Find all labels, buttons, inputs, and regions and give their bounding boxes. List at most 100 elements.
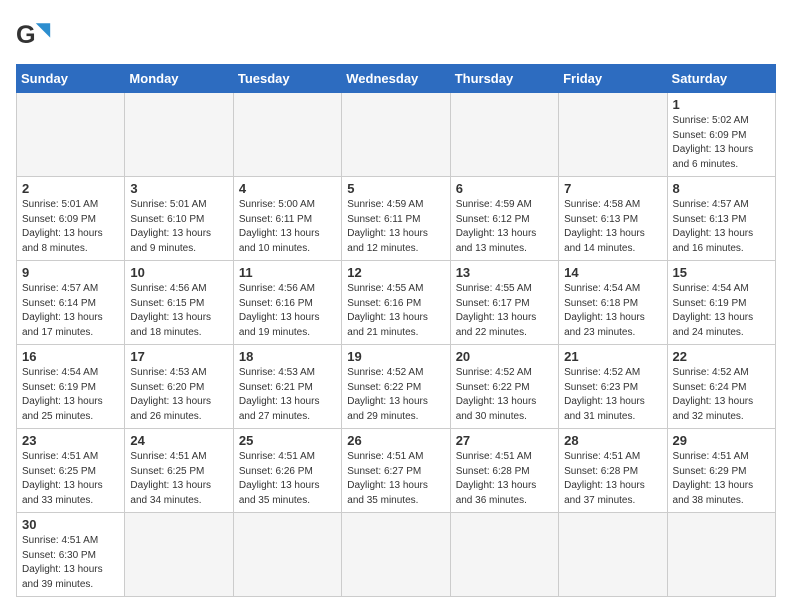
- calendar-day-cell: 19 Sunrise: 4:52 AM Sunset: 6:22 PM Dayli…: [342, 345, 450, 429]
- calendar-day-cell: 5 Sunrise: 4:59 AM Sunset: 6:11 PM Daylig…: [342, 177, 450, 261]
- day-info: Sunrise: 4:54 AM Sunset: 6:19 PM Dayligh…: [22, 366, 119, 424]
- day-info: Sunrise: 5:02 AM Sunset: 6:09 PM Dayligh…: [673, 114, 770, 172]
- calendar-day-cell: 21 Sunrise: 4:52 AM Sunset: 6:23 PM Dayli…: [559, 345, 667, 429]
- calendar-week-row: 1 Sunrise: 5:02 AM Sunset: 6:09 PM Daylig…: [17, 93, 776, 177]
- day-info: Sunrise: 4:51 AM Sunset: 6:28 PM Dayligh…: [564, 450, 661, 508]
- day-info: Sunrise: 4:51 AM Sunset: 6:28 PM Dayligh…: [456, 450, 553, 508]
- day-number: 5: [347, 181, 444, 196]
- calendar-day-cell: 3 Sunrise: 5:01 AM Sunset: 6:10 PM Daylig…: [125, 177, 233, 261]
- calendar-table: SundayMondayTuesdayWednesdayThursdayFrid…: [16, 64, 776, 597]
- calendar-day-cell: 27 Sunrise: 4:51 AM Sunset: 6:28 PM Dayli…: [450, 429, 558, 513]
- calendar-day-cell: 12 Sunrise: 4:55 AM Sunset: 6:16 PM Dayli…: [342, 261, 450, 345]
- day-number: 17: [130, 349, 227, 364]
- day-number: 1: [673, 97, 770, 112]
- day-info: Sunrise: 4:54 AM Sunset: 6:18 PM Dayligh…: [564, 282, 661, 340]
- day-info: Sunrise: 5:00 AM Sunset: 6:11 PM Dayligh…: [239, 198, 336, 256]
- logo-icon: G: [16, 16, 52, 52]
- day-number: 29: [673, 433, 770, 448]
- calendar-week-row: 23Sunrise: 4:51 AM Sunset: 6:25 PM Dayli…: [17, 429, 776, 513]
- day-info: Sunrise: 4:51 AM Sunset: 6:26 PM Dayligh…: [239, 450, 336, 508]
- calendar-day-cell: [233, 513, 341, 597]
- day-info: Sunrise: 4:51 AM Sunset: 6:29 PM Dayligh…: [673, 450, 770, 508]
- day-info: Sunrise: 4:54 AM Sunset: 6:19 PM Dayligh…: [673, 282, 770, 340]
- day-number: 21: [564, 349, 661, 364]
- calendar-day-cell: 30 Sunrise: 4:51 AM Sunset: 6:30 PM Dayli…: [17, 513, 125, 597]
- weekday-header: Saturday: [667, 65, 775, 93]
- calendar-day-cell: 4 Sunrise: 5:00 AM Sunset: 6:11 PM Daylig…: [233, 177, 341, 261]
- day-number: 11: [239, 265, 336, 280]
- day-number: 19: [347, 349, 444, 364]
- page-header: G: [16, 16, 776, 52]
- weekday-header: Tuesday: [233, 65, 341, 93]
- day-number: 4: [239, 181, 336, 196]
- calendar-day-cell: 18 Sunrise: 4:53 AM Sunset: 6:21 PM Dayli…: [233, 345, 341, 429]
- weekday-header: Thursday: [450, 65, 558, 93]
- day-info: Sunrise: 5:01 AM Sunset: 6:10 PM Dayligh…: [130, 198, 227, 256]
- calendar-day-cell: 22Sunrise: 4:52 AM Sunset: 6:24 PM Dayli…: [667, 345, 775, 429]
- calendar-day-cell: 28Sunrise: 4:51 AM Sunset: 6:28 PM Dayli…: [559, 429, 667, 513]
- calendar-day-cell: 17 Sunrise: 4:53 AM Sunset: 6:20 PM Dayli…: [125, 345, 233, 429]
- calendar-day-cell: [450, 93, 558, 177]
- day-info: Sunrise: 4:52 AM Sunset: 6:24 PM Dayligh…: [673, 366, 770, 424]
- calendar-day-cell: 24Sunrise: 4:51 AM Sunset: 6:25 PM Dayli…: [125, 429, 233, 513]
- weekday-header: Sunday: [17, 65, 125, 93]
- calendar-day-cell: [559, 93, 667, 177]
- calendar-day-cell: 23Sunrise: 4:51 AM Sunset: 6:25 PM Dayli…: [17, 429, 125, 513]
- day-info: Sunrise: 4:52 AM Sunset: 6:23 PM Dayligh…: [564, 366, 661, 424]
- day-info: Sunrise: 4:53 AM Sunset: 6:21 PM Dayligh…: [239, 366, 336, 424]
- calendar-day-cell: [342, 93, 450, 177]
- day-number: 26: [347, 433, 444, 448]
- calendar-day-cell: 14Sunrise: 4:54 AM Sunset: 6:18 PM Dayli…: [559, 261, 667, 345]
- calendar-day-cell: [667, 513, 775, 597]
- weekday-header: Friday: [559, 65, 667, 93]
- day-number: 18: [239, 349, 336, 364]
- day-info: Sunrise: 4:52 AM Sunset: 6:22 PM Dayligh…: [347, 366, 444, 424]
- calendar-day-cell: 10 Sunrise: 4:56 AM Sunset: 6:15 PM Dayli…: [125, 261, 233, 345]
- day-number: 6: [456, 181, 553, 196]
- day-info: Sunrise: 4:52 AM Sunset: 6:22 PM Dayligh…: [456, 366, 553, 424]
- day-number: 25: [239, 433, 336, 448]
- day-info: Sunrise: 4:58 AM Sunset: 6:13 PM Dayligh…: [564, 198, 661, 256]
- calendar-day-cell: 8 Sunrise: 4:57 AM Sunset: 6:13 PM Daylig…: [667, 177, 775, 261]
- calendar-day-cell: 25 Sunrise: 4:51 AM Sunset: 6:26 PM Dayli…: [233, 429, 341, 513]
- calendar-day-cell: 2Sunrise: 5:01 AM Sunset: 6:09 PM Daylig…: [17, 177, 125, 261]
- day-number: 12: [347, 265, 444, 280]
- calendar-day-cell: 15 Sunrise: 4:54 AM Sunset: 6:19 PM Dayli…: [667, 261, 775, 345]
- day-number: 27: [456, 433, 553, 448]
- day-number: 20: [456, 349, 553, 364]
- day-info: Sunrise: 4:53 AM Sunset: 6:20 PM Dayligh…: [130, 366, 227, 424]
- day-info: Sunrise: 4:51 AM Sunset: 6:25 PM Dayligh…: [22, 450, 119, 508]
- day-number: 10: [130, 265, 227, 280]
- day-number: 3: [130, 181, 227, 196]
- day-info: Sunrise: 4:57 AM Sunset: 6:13 PM Dayligh…: [673, 198, 770, 256]
- calendar-day-cell: 6 Sunrise: 4:59 AM Sunset: 6:12 PM Daylig…: [450, 177, 558, 261]
- calendar-day-cell: 29 Sunrise: 4:51 AM Sunset: 6:29 PM Dayli…: [667, 429, 775, 513]
- day-info: Sunrise: 4:59 AM Sunset: 6:11 PM Dayligh…: [347, 198, 444, 256]
- svg-text:G: G: [16, 21, 36, 49]
- calendar-week-row: 9 Sunrise: 4:57 AM Sunset: 6:14 PM Daylig…: [17, 261, 776, 345]
- day-info: Sunrise: 4:59 AM Sunset: 6:12 PM Dayligh…: [456, 198, 553, 256]
- day-info: Sunrise: 4:51 AM Sunset: 6:30 PM Dayligh…: [22, 534, 119, 592]
- day-number: 30: [22, 517, 119, 532]
- day-number: 9: [22, 265, 119, 280]
- weekday-header: Monday: [125, 65, 233, 93]
- day-info: Sunrise: 4:55 AM Sunset: 6:16 PM Dayligh…: [347, 282, 444, 340]
- day-info: Sunrise: 4:57 AM Sunset: 6:14 PM Dayligh…: [22, 282, 119, 340]
- day-number: 15: [673, 265, 770, 280]
- calendar-day-cell: 9 Sunrise: 4:57 AM Sunset: 6:14 PM Daylig…: [17, 261, 125, 345]
- calendar-day-cell: [233, 93, 341, 177]
- calendar-day-cell: 13Sunrise: 4:55 AM Sunset: 6:17 PM Dayli…: [450, 261, 558, 345]
- day-info: Sunrise: 4:56 AM Sunset: 6:15 PM Dayligh…: [130, 282, 227, 340]
- calendar-day-cell: 11Sunrise: 4:56 AM Sunset: 6:16 PM Dayli…: [233, 261, 341, 345]
- calendar-day-cell: 20 Sunrise: 4:52 AM Sunset: 6:22 PM Dayli…: [450, 345, 558, 429]
- calendar-day-cell: 26 Sunrise: 4:51 AM Sunset: 6:27 PM Dayli…: [342, 429, 450, 513]
- calendar-day-cell: [17, 93, 125, 177]
- calendar-day-cell: 16Sunrise: 4:54 AM Sunset: 6:19 PM Dayli…: [17, 345, 125, 429]
- day-info: Sunrise: 4:51 AM Sunset: 6:27 PM Dayligh…: [347, 450, 444, 508]
- calendar-day-cell: [450, 513, 558, 597]
- calendar-week-row: 30 Sunrise: 4:51 AM Sunset: 6:30 PM Dayli…: [17, 513, 776, 597]
- day-number: 7: [564, 181, 661, 196]
- day-info: Sunrise: 4:51 AM Sunset: 6:25 PM Dayligh…: [130, 450, 227, 508]
- day-info: Sunrise: 5:01 AM Sunset: 6:09 PM Dayligh…: [22, 198, 119, 256]
- day-number: 8: [673, 181, 770, 196]
